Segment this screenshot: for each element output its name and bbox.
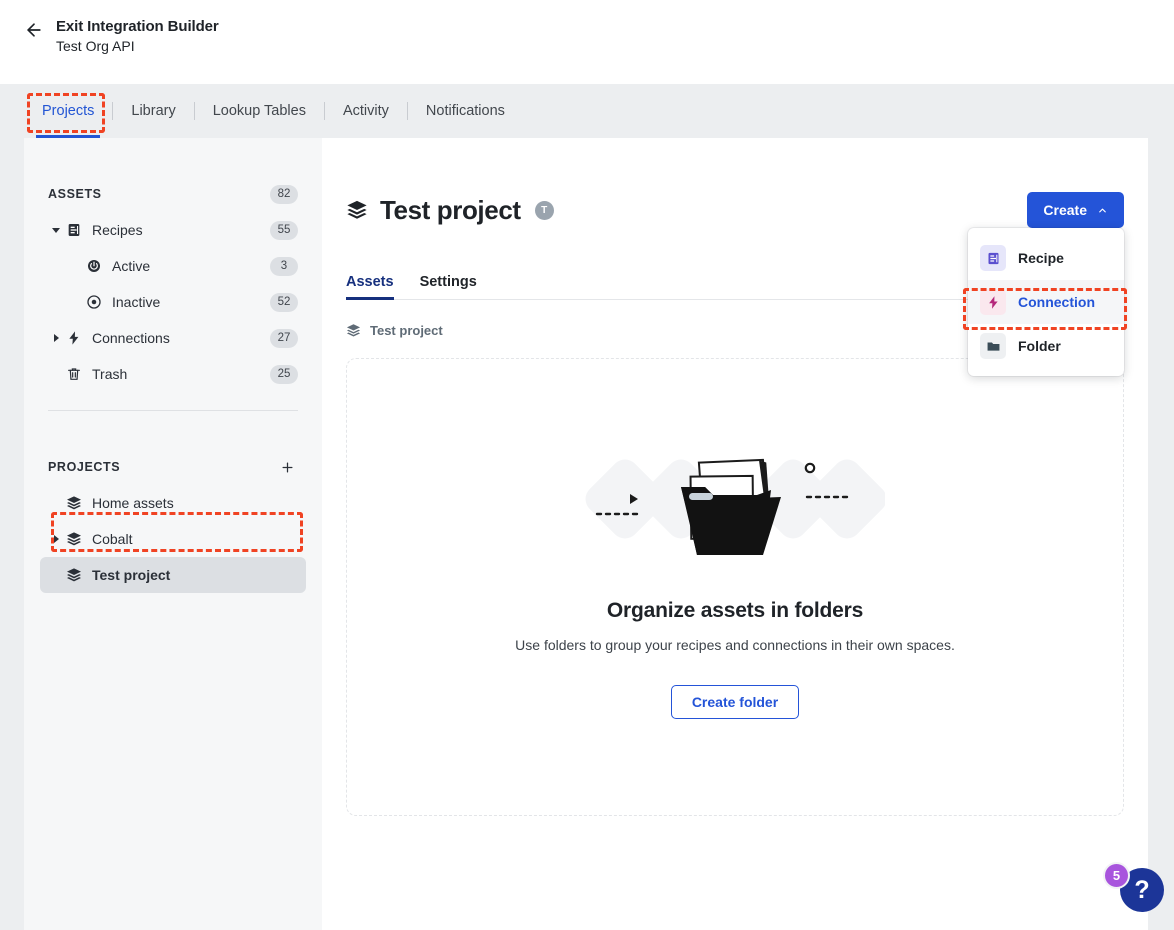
sidebar-item-home-assets[interactable]: Home assets <box>40 485 306 521</box>
sidebar-divider <box>48 410 298 411</box>
create-folder-button[interactable]: Create folder <box>670 685 800 719</box>
sidebar-item-count: 55 <box>270 220 298 240</box>
app-header: Exit Integration Builder Test Org API <box>0 0 1174 84</box>
sidebar-section-assets-header: ASSETS 82 <box>40 176 306 212</box>
create-menu-item-folder[interactable]: Folder <box>968 324 1124 368</box>
sidebar-item-count: 52 <box>270 292 298 312</box>
page-title: Test project <box>380 194 521 225</box>
recipe-icon <box>64 222 84 238</box>
create-button[interactable]: Create <box>1027 192 1124 228</box>
stack-icon <box>67 568 81 582</box>
sidebar-section-projects-header: PROJECTS <box>40 449 306 485</box>
chevron-down-icon <box>52 228 60 233</box>
sidebar-item-count: 25 <box>270 364 298 384</box>
power-on-icon <box>88 260 100 272</box>
power-on-icon <box>84 258 104 274</box>
app-title: Exit Integration Builder <box>56 18 219 35</box>
recipe-icon <box>980 245 1006 271</box>
add-project-button[interactable] <box>276 456 298 478</box>
chevron-right-icon <box>54 535 59 543</box>
sidebar-item-recipes[interactable]: Recipes 55 <box>40 212 306 248</box>
tab-activity[interactable]: Activity <box>325 84 407 138</box>
folder-icon <box>987 341 999 351</box>
sidebar-item-test-project[interactable]: Test project <box>40 557 306 593</box>
create-menu-item-label: Recipe <box>1018 250 1064 266</box>
sidebar-item-label: Cobalt <box>92 531 133 547</box>
stack-icon <box>347 200 367 219</box>
trash-icon <box>68 368 80 380</box>
chevron-right-icon <box>54 334 59 342</box>
power-off-icon <box>87 295 101 309</box>
create-menu-item-connection[interactable]: Connection <box>968 280 1124 324</box>
empty-state-subtitle: Use folders to group your recipes and co… <box>515 637 955 653</box>
stack-icon <box>67 532 81 546</box>
tab-library[interactable]: Library <box>113 84 193 138</box>
sidebar-assets-count: 82 <box>270 184 298 204</box>
sidebar-item-inactive[interactable]: Inactive 52 <box>40 284 306 320</box>
sidebar-item-label: Active <box>112 258 151 274</box>
sidebar: ASSETS 82 Recipes 55 Active 3 Inactive 52 Conn… <box>24 138 322 930</box>
help-notification-badge: 5 <box>1103 862 1130 889</box>
stack-icon <box>64 531 84 547</box>
exit-integration-builder-button[interactable]: Exit Integration Builder Test Org API <box>0 0 219 54</box>
power-off-icon <box>84 294 104 310</box>
empty-state-card: Organize assets in folders Use folders t… <box>346 358 1124 816</box>
sidebar-item-label: Inactive <box>112 294 161 310</box>
bolt-icon <box>69 331 79 345</box>
stack-icon <box>64 495 84 511</box>
question-mark-icon: ? <box>1134 875 1150 904</box>
sidebar-item-count: 27 <box>270 328 298 348</box>
sidebar-assets-title: ASSETS <box>48 187 102 201</box>
project-header: Test project T Create Recipe Connection Fo… <box>346 180 1124 376</box>
bolt-icon <box>988 295 998 309</box>
bolt-icon <box>64 330 84 346</box>
create-menu-item-label: Connection <box>1018 294 1095 310</box>
sidebar-item-label: Trash <box>92 366 128 382</box>
bolt-icon <box>980 289 1006 315</box>
sidebar-projects-title: PROJECTS <box>48 460 121 474</box>
sidebar-item-cobalt[interactable]: Cobalt <box>40 521 306 557</box>
sidebar-item-count: 3 <box>270 256 298 276</box>
main-content: Test project T Create Recipe Connection Fo… <box>322 138 1148 930</box>
tab-lookup-tables[interactable]: Lookup Tables <box>195 84 324 138</box>
plus-icon <box>282 462 292 472</box>
chevron-right-icon[interactable] <box>48 333 64 343</box>
chevron-down-icon[interactable] <box>48 225 64 235</box>
empty-state-title: Organize assets in folders <box>606 599 864 622</box>
tab-projects[interactable]: Projects <box>24 84 112 138</box>
chevron-up-icon <box>1099 208 1106 212</box>
sidebar-item-active[interactable]: Active 3 <box>40 248 306 284</box>
folder-icon <box>980 333 1006 359</box>
stack-icon <box>346 323 361 336</box>
sidebar-item-label: Home assets <box>92 495 174 511</box>
subtab-settings[interactable]: Settings <box>420 274 477 299</box>
create-button-label: Create <box>1043 202 1087 218</box>
tab-notifications[interactable]: Notifications <box>408 84 523 138</box>
breadcrumb-label: Test project <box>370 322 443 338</box>
recipe-icon <box>988 252 998 264</box>
sidebar-item-label: Connections <box>92 330 170 346</box>
avatar[interactable]: T <box>534 200 554 220</box>
open-folder-with-documents-illustration <box>585 458 885 555</box>
main-nav-tabs: Projects Library Lookup Tables Activity Noti… <box>0 84 1174 138</box>
sidebar-item-label: Test project <box>92 567 171 583</box>
create-menu-item-label: Folder <box>1018 338 1061 354</box>
create-dropdown-menu: Recipe Connection Folder <box>968 228 1124 376</box>
create-menu-item-recipe[interactable]: Recipe <box>968 236 1124 280</box>
sidebar-item-label: Recipes <box>92 222 143 238</box>
project-title-group: Test project T <box>346 195 554 226</box>
subtab-assets[interactable]: Assets <box>346 274 394 300</box>
sidebar-item-connections[interactable]: Connections 27 <box>40 320 306 356</box>
app-subtitle: Test Org API <box>56 38 135 54</box>
recipe-icon <box>68 224 80 236</box>
sidebar-item-trash[interactable]: Trash 25 <box>40 356 306 392</box>
chevron-right-icon[interactable] <box>48 534 64 544</box>
trash-icon <box>64 366 84 382</box>
arrow-left-icon <box>27 23 41 37</box>
stack-icon <box>67 496 81 510</box>
stack-icon <box>64 567 84 583</box>
